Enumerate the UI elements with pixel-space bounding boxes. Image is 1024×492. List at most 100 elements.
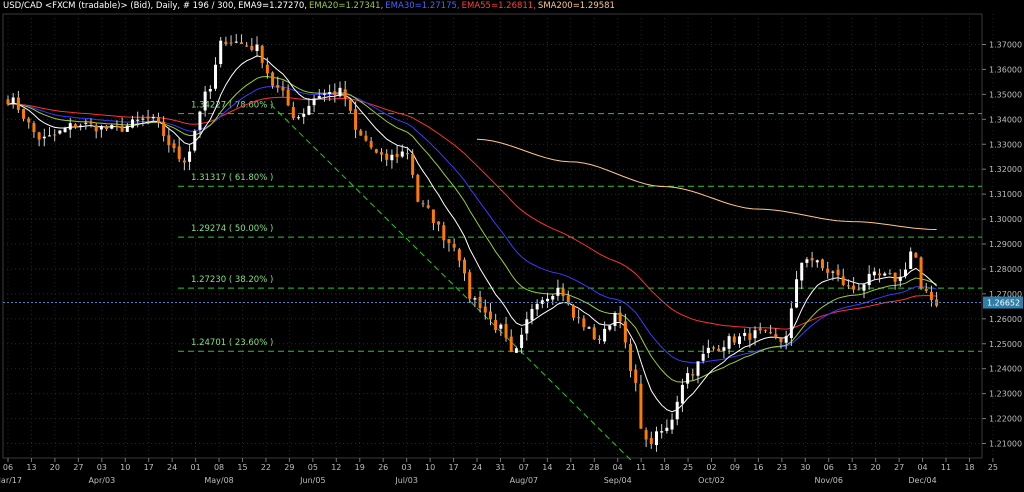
candle-body — [203, 91, 207, 111]
candle-body — [374, 149, 378, 153]
x-tick-label: 30 — [800, 463, 810, 472]
candle-body — [888, 273, 892, 275]
x-tick-label: 29 — [284, 463, 294, 472]
candle-body — [53, 134, 57, 136]
candle-body — [265, 64, 269, 74]
y-tick-label: 1.36000 — [989, 65, 1022, 74]
candle-body — [774, 334, 778, 338]
candle-body — [442, 225, 446, 241]
candle-body — [857, 289, 861, 291]
y-tick-label: 1.22000 — [989, 415, 1022, 424]
candle-body — [924, 288, 928, 291]
candle-body — [125, 125, 129, 132]
candle-body — [841, 276, 845, 285]
candle-body — [696, 361, 700, 376]
candle-body — [732, 336, 736, 343]
candle-body — [712, 347, 716, 349]
candle-body — [520, 334, 524, 348]
candle-body — [146, 116, 150, 119]
candle-body — [94, 125, 98, 132]
x-tick-label: 17 — [448, 463, 458, 472]
candle-body — [592, 327, 596, 340]
x-tick-label: 13 — [847, 463, 857, 472]
candle-body — [286, 89, 290, 106]
candle-body — [644, 430, 648, 440]
candle-body — [390, 154, 394, 161]
x-tick-label: 26 — [378, 463, 388, 472]
candle-body — [789, 308, 793, 339]
candle-body — [535, 303, 539, 310]
x-tick-label: 08 — [214, 463, 224, 472]
candle-body — [224, 41, 228, 45]
candle-body — [16, 97, 20, 110]
candle-body — [779, 338, 783, 343]
candle-body — [893, 272, 897, 282]
candle-body — [255, 44, 259, 52]
candle-body — [151, 117, 155, 119]
candle-body — [680, 384, 684, 404]
x-tick-label: 25 — [988, 463, 998, 472]
candle-body — [110, 125, 114, 129]
candle-body — [328, 92, 332, 95]
candle-body — [79, 125, 83, 127]
sma200-line — [476, 138, 937, 230]
candle-body — [359, 130, 363, 136]
candle-body — [639, 383, 643, 429]
candle-body — [758, 328, 762, 331]
candle-body — [198, 111, 202, 130]
candle-body — [488, 311, 492, 320]
y-tick-label: 1.31000 — [989, 190, 1022, 199]
x-tick-label: 18 — [660, 463, 670, 472]
candle-body — [504, 324, 508, 338]
month-label: Nov/06 — [815, 476, 844, 485]
candle-body — [872, 271, 876, 276]
candle-body — [551, 296, 555, 300]
candle-body — [400, 151, 404, 157]
candle-body — [385, 153, 389, 160]
x-tick-label: 03 — [402, 463, 412, 472]
x-tick-label: 27 — [894, 463, 904, 472]
candle-body — [898, 276, 902, 281]
price-marker: 1.26652 — [3, 296, 1023, 309]
candle-body — [276, 85, 280, 88]
candle-body — [909, 251, 913, 269]
candle-body — [156, 117, 160, 123]
candle-body — [753, 330, 757, 339]
y-tick-label: 1.25000 — [989, 340, 1022, 349]
candle-body — [245, 45, 249, 47]
x-tick-label: 04 — [613, 463, 623, 472]
plot-frame — [2, 13, 983, 459]
candle-body — [431, 209, 435, 223]
candle-body — [172, 143, 176, 149]
candle-body — [525, 319, 529, 334]
candle-body — [338, 87, 342, 97]
candle-body — [42, 136, 46, 139]
month-label: Apr/03 — [88, 476, 115, 485]
candle-body — [820, 259, 824, 269]
candle-body — [182, 160, 186, 163]
x-tick-label: 03 — [97, 463, 107, 472]
candle-body — [6, 99, 10, 105]
candle-body — [784, 336, 788, 343]
month-label: Jul/03 — [394, 476, 418, 485]
candle-body — [177, 146, 181, 159]
candle-body — [499, 324, 503, 329]
candle-body — [214, 64, 218, 89]
x-tick-label: 28 — [589, 463, 599, 472]
x-tick-label: 07 — [519, 463, 529, 472]
y-tick-label: 1.28000 — [989, 265, 1022, 274]
y-tick-label: 1.32000 — [989, 165, 1022, 174]
candle-body — [271, 72, 275, 86]
x-tick-label: 15 — [237, 463, 247, 472]
candle-body — [706, 347, 710, 354]
candle-body — [426, 205, 430, 208]
candle-body — [369, 141, 373, 148]
x-tick-label: 20 — [50, 463, 60, 472]
candlestick-chart[interactable]: 1.34227 ( 78.60% )1.31317 ( 61.80% )1.29… — [0, 0, 1024, 492]
candle-body — [629, 343, 633, 371]
candles — [6, 34, 939, 452]
candle-body — [919, 257, 923, 289]
candle-body — [571, 305, 575, 318]
chart-grid — [2, 13, 994, 459]
candle-body — [717, 348, 721, 352]
